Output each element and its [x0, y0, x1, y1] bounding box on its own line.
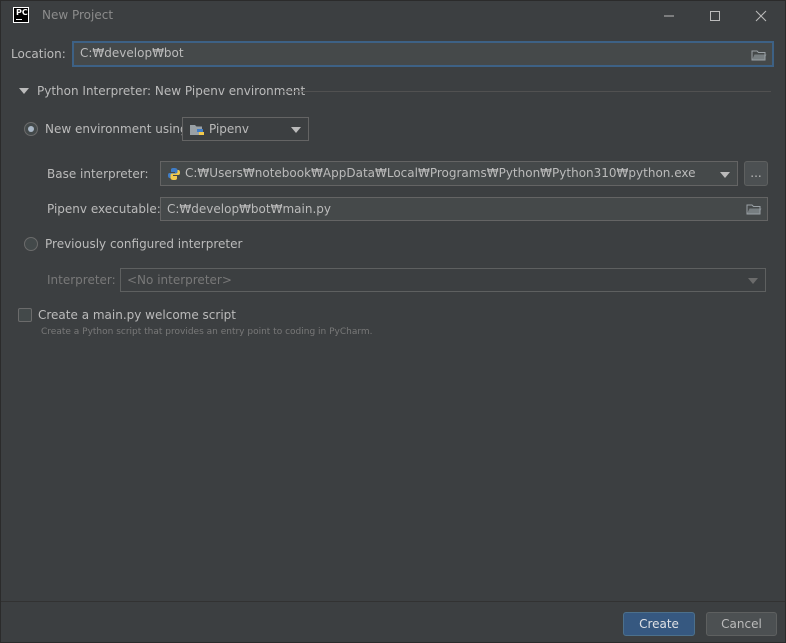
base-interpreter-combo[interactable]: C:₩Users₩notebook₩AppData₩Local₩Programs…	[160, 161, 738, 186]
pipenv-executable-label: Pipenv executable:	[47, 202, 161, 216]
chevron-down-icon	[720, 172, 730, 178]
folder-icon[interactable]	[751, 49, 767, 61]
welcome-script-label: Create a main.py welcome script	[38, 308, 236, 322]
maximize-button[interactable]	[692, 1, 738, 31]
welcome-script-hint: Create a Python script that provides an …	[41, 327, 373, 337]
maximize-icon	[710, 11, 720, 21]
pipenv-executable-field[interactable]: C:₩develop₩bot₩main.py	[160, 197, 768, 221]
cancel-button[interactable]: Cancel	[706, 612, 777, 636]
browse-interpreter-button[interactable]: ...	[744, 161, 768, 186]
previous-interpreter-label: Previously configured interpreter	[45, 237, 243, 251]
chevron-down-icon	[291, 127, 301, 133]
title-bar: PC New Project	[1, 1, 785, 31]
location-field[interactable]: C:₩develop₩bot	[72, 41, 774, 67]
python-icon	[168, 168, 180, 180]
footer-divider	[1, 601, 785, 602]
folder-icon[interactable]	[746, 203, 762, 215]
close-icon	[755, 10, 767, 22]
new-environment-label: New environment using	[45, 122, 188, 136]
environment-tool-combo[interactable]: Pipenv	[182, 117, 309, 141]
new-environment-radio[interactable]	[24, 122, 38, 136]
interpreter-combo[interactable]: <No interpreter>	[120, 268, 766, 292]
environment-tool-value: Pipenv	[209, 122, 250, 136]
app-logo-text: PC	[16, 8, 28, 17]
window-title: New Project	[42, 8, 114, 22]
minimize-icon	[664, 15, 674, 17]
collapse-triangle-icon[interactable]	[19, 87, 29, 95]
previous-interpreter-radio[interactable]	[24, 237, 38, 251]
welcome-script-checkbox[interactable]	[18, 308, 32, 322]
chevron-down-icon	[748, 278, 758, 284]
interpreter-placeholder: <No interpreter>	[127, 273, 232, 287]
location-value: C:₩develop₩bot	[80, 46, 184, 60]
interpreter-section-title[interactable]: Python Interpreter: New Pipenv environme…	[37, 84, 305, 98]
base-interpreter-label: Base interpreter:	[47, 167, 149, 181]
new-project-dialog: PC New Project Location: C:₩develop₩bot …	[0, 0, 786, 643]
create-button[interactable]: Create	[623, 612, 695, 636]
interpreter-label: Interpreter:	[47, 273, 116, 287]
base-interpreter-value: C:₩Users₩notebook₩AppData₩Local₩Programs…	[185, 166, 696, 180]
minimize-button[interactable]	[646, 1, 692, 31]
pipenv-icon	[190, 125, 204, 135]
section-divider	[283, 91, 771, 92]
pipenv-executable-value: C:₩develop₩bot₩main.py	[167, 202, 331, 216]
location-label: Location:	[11, 47, 66, 61]
close-button[interactable]	[738, 1, 784, 31]
pycharm-logo-icon: PC	[13, 7, 29, 23]
